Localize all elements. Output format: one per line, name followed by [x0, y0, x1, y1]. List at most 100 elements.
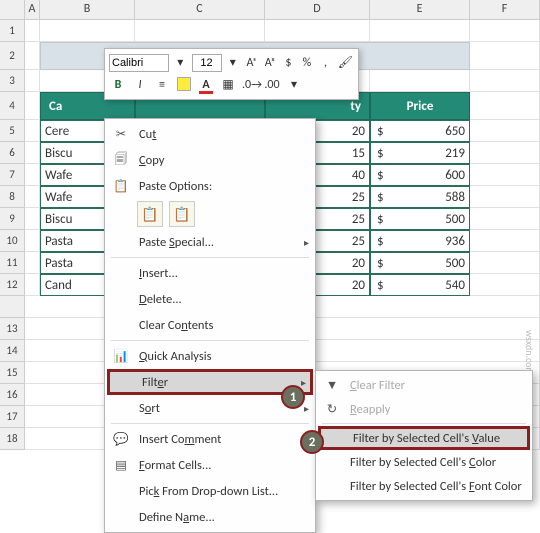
accounting-format-button[interactable]: $: [281, 54, 296, 72]
row-header[interactable]: 11: [0, 252, 25, 274]
col-header-d[interactable]: D: [265, 0, 370, 19]
col-header-f[interactable]: F: [470, 0, 540, 19]
cell[interactable]: [470, 120, 540, 142]
submenu-filter-by-font-color[interactable]: Filter by Selected Cell's Font Color: [318, 474, 530, 498]
row-header[interactable]: [0, 296, 25, 318]
grow-font-icon[interactable]: Aˢ: [244, 54, 259, 72]
menu-insert[interactable]: Insert...: [107, 260, 313, 286]
cell-price[interactable]: $500: [370, 252, 470, 274]
cell-price[interactable]: $600: [370, 164, 470, 186]
select-all-corner[interactable]: [0, 0, 25, 19]
cell[interactable]: [25, 252, 40, 274]
fill-color-icon: [177, 77, 191, 91]
col-header-e[interactable]: E: [370, 0, 470, 19]
cell-price[interactable]: $588: [370, 186, 470, 208]
menu-delete[interactable]: Delete...: [107, 286, 313, 312]
row-header[interactable]: 12: [0, 274, 25, 296]
cell[interactable]: [25, 120, 40, 142]
row-header[interactable]: 17: [0, 406, 25, 428]
cell[interactable]: [470, 230, 540, 252]
cell[interactable]: [25, 164, 40, 186]
cell[interactable]: [470, 252, 540, 274]
cell[interactable]: [135, 20, 265, 42]
increase-decimal-button[interactable]: .0→: [241, 76, 259, 94]
comma-style-button[interactable]: ,: [318, 54, 333, 72]
menu-insert-comment[interactable]: 💬 Insert Comment: [107, 426, 313, 452]
menu-quick-analysis[interactable]: 📊 Quick Analysis: [107, 343, 313, 369]
row-header[interactable]: 1: [0, 20, 25, 42]
row-header[interactable]: 10: [0, 230, 25, 252]
cell[interactable]: [25, 142, 40, 164]
borders-button[interactable]: ▦: [219, 76, 237, 94]
row-header[interactable]: 6: [0, 142, 25, 164]
cell-price[interactable]: $219: [370, 142, 470, 164]
row-header[interactable]: 9: [0, 208, 25, 230]
col-header-b[interactable]: B: [40, 0, 135, 19]
format-painter-icon[interactable]: 🖌: [337, 54, 354, 72]
cell-price[interactable]: $936: [370, 230, 470, 252]
menu-define-name[interactable]: Define Name...: [107, 504, 313, 530]
cell[interactable]: [25, 274, 40, 296]
cell[interactable]: [25, 208, 40, 230]
font-size-dropdown-icon[interactable]: ▾: [226, 54, 241, 72]
italic-button[interactable]: I: [131, 76, 149, 94]
cell[interactable]: [470, 142, 540, 164]
cell[interactable]: [40, 20, 135, 42]
menu-paste-special[interactable]: Paste Special... ▸: [107, 229, 313, 255]
cell-price[interactable]: $540: [370, 274, 470, 296]
cell[interactable]: [470, 164, 540, 186]
row-header[interactable]: 13: [0, 318, 25, 340]
header-price[interactable]: Price: [370, 92, 470, 120]
align-button[interactable]: ≡: [153, 76, 171, 94]
row-header[interactable]: 16: [0, 384, 25, 406]
row-header[interactable]: 2: [0, 42, 25, 70]
row-header[interactable]: 18: [0, 428, 25, 450]
cell[interactable]: [25, 70, 40, 92]
submenu-filter-by-value[interactable]: Filter by Selected Cell's Value: [318, 426, 530, 450]
row-header[interactable]: 5: [0, 120, 25, 142]
cell[interactable]: [470, 274, 540, 296]
cell[interactable]: [470, 42, 540, 70]
menu-copy[interactable]: 🗐 Copy: [107, 147, 313, 173]
paste-option-values[interactable]: 📋: [169, 201, 195, 227]
menu-cut[interactable]: ✂ Cut: [107, 121, 313, 147]
cell[interactable]: [25, 186, 40, 208]
cell[interactable]: [370, 20, 470, 42]
cell[interactable]: [470, 20, 540, 42]
paste-option-keep-formatting[interactable]: 📋: [137, 201, 163, 227]
cell[interactable]: [470, 208, 540, 230]
row-header[interactable]: 8: [0, 186, 25, 208]
row-header[interactable]: 15: [0, 362, 25, 384]
row-header[interactable]: 3: [0, 70, 25, 92]
cell[interactable]: [25, 92, 40, 120]
submenu-filter-by-color[interactable]: Filter by Selected Cell's Color: [318, 450, 530, 474]
cell[interactable]: [25, 20, 40, 42]
cell[interactable]: [265, 20, 370, 42]
cell-price[interactable]: $650: [370, 120, 470, 142]
cell-price[interactable]: $500: [370, 208, 470, 230]
cell[interactable]: [25, 230, 40, 252]
bold-button[interactable]: B: [109, 76, 127, 94]
row-header[interactable]: 4: [0, 92, 25, 120]
font-dropdown-icon[interactable]: ▾: [173, 54, 188, 72]
menu-format-cells[interactable]: ▤ Format Cells...: [107, 452, 313, 478]
row-header[interactable]: 7: [0, 164, 25, 186]
font-color-button[interactable]: A: [197, 76, 215, 94]
percent-button[interactable]: %: [300, 54, 315, 72]
cell[interactable]: [470, 70, 540, 92]
cell[interactable]: [370, 70, 470, 92]
cell[interactable]: [25, 42, 40, 70]
font-name-input[interactable]: [109, 54, 169, 72]
cell[interactable]: [470, 186, 540, 208]
col-header-a[interactable]: A: [25, 0, 40, 19]
merge-button[interactable]: ▾: [285, 76, 303, 94]
menu-pick-from-list[interactable]: Pick From Drop-down List...: [107, 478, 313, 504]
fill-color-button[interactable]: [175, 76, 193, 94]
row-header[interactable]: 14: [0, 340, 25, 362]
font-size-input[interactable]: [192, 54, 222, 72]
decrease-decimal-button[interactable]: .00: [263, 76, 281, 94]
shrink-font-icon[interactable]: Aˣ: [263, 54, 278, 72]
menu-clear-contents[interactable]: Clear Contents: [107, 312, 313, 338]
col-header-c[interactable]: C: [135, 0, 265, 19]
cell[interactable]: [470, 92, 540, 120]
